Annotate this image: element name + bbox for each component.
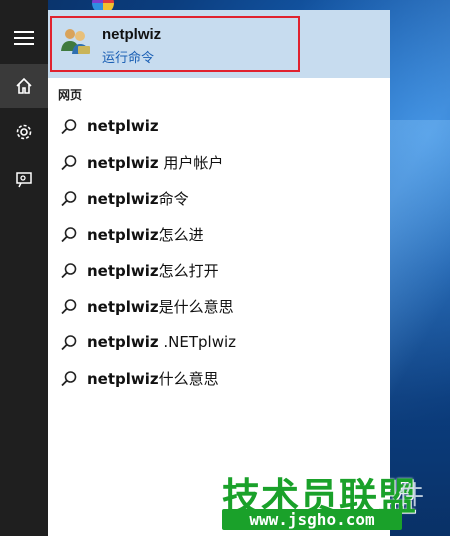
search-icon	[61, 335, 77, 351]
best-match-subtitle: 运行命令	[102, 51, 155, 66]
result-text: netplwiz命令	[87, 189, 189, 208]
search-icon	[61, 155, 77, 171]
menu-button[interactable]	[0, 16, 48, 60]
result-text: netplwiz怎么打开	[87, 261, 219, 280]
users-app-icon	[61, 29, 90, 54]
best-match-title: netplwiz	[102, 26, 162, 43]
result-text: netplwiz 用户帐户	[87, 153, 224, 172]
search-icon	[61, 371, 77, 387]
web-result-item[interactable]: netplwiz怎么打开	[48, 252, 390, 288]
home-button[interactable]	[0, 64, 48, 108]
light-beam	[390, 120, 450, 420]
watermark-url: www.jsgho.com	[222, 509, 402, 530]
watermark-suffix: 件	[398, 481, 425, 511]
hamburger-menu-icon	[14, 31, 34, 45]
result-text: netplwiz怎么进	[87, 225, 204, 244]
web-result-item[interactable]: netplwiz .NETplwiz	[48, 324, 390, 360]
start-menu-rail	[0, 0, 48, 536]
web-result-item[interactable]: netplwiz	[48, 108, 390, 144]
search-icon	[61, 119, 77, 135]
web-result-item[interactable]: netplwiz怎么进	[48, 216, 390, 252]
result-text: netplwiz	[87, 117, 159, 135]
gear-icon	[16, 124, 32, 140]
home-icon	[16, 77, 32, 94]
web-result-item[interactable]: netplwiz 用户帐户	[48, 144, 390, 180]
web-result-item[interactable]: netplwiz命令	[48, 180, 390, 216]
web-result-item[interactable]: netplwiz是什么意思	[48, 288, 390, 324]
web-result-item[interactable]: netplwiz什么意思	[48, 360, 390, 396]
feedback-button[interactable]	[0, 158, 48, 202]
search-icon	[61, 299, 77, 315]
result-text: netplwiz .NETplwiz	[87, 333, 237, 351]
web-results-list: netplwiz netplwiz 用户帐户 netplwiz命令 netplw…	[48, 108, 390, 396]
feedback-icon	[16, 172, 32, 188]
result-text: netplwiz是什么意思	[87, 297, 234, 316]
settings-button[interactable]	[0, 110, 48, 154]
search-icon	[61, 227, 77, 243]
search-icon	[61, 191, 77, 207]
section-header-web: 网页	[58, 88, 83, 102]
search-icon	[61, 263, 77, 279]
result-text: netplwiz什么意思	[87, 369, 219, 388]
